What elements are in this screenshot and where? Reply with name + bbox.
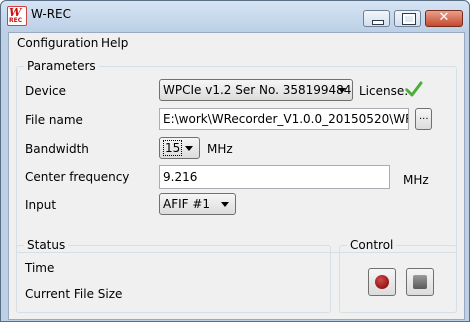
device-select[interactable]: WPCIe v1.2 Ser No. 358199484 [159, 79, 353, 101]
menu-help[interactable]: Help [101, 36, 128, 50]
app-icon[interactable]: W REC [7, 6, 27, 26]
control-group: Control [339, 238, 457, 313]
menu-configuration[interactable]: Configuration [17, 36, 98, 50]
bandwidth-select[interactable]: 15 [159, 137, 200, 159]
app-icon-sublabel: REC [9, 17, 23, 24]
client-area: Configuration Help Parameters Device WPC… [8, 32, 465, 320]
parameters-group-title: Parameters [24, 59, 99, 73]
chevron-down-icon [185, 146, 193, 151]
control-group-title: Control [347, 238, 397, 252]
bandwidth-value: 15 [163, 140, 183, 156]
center-frequency-label: Center frequency [25, 170, 130, 184]
bandwidth-label: Bandwidth [25, 142, 89, 156]
minimize-button[interactable] [363, 10, 390, 27]
menu-bar: Configuration Help [9, 33, 464, 53]
maximize-button[interactable] [394, 10, 421, 27]
device-label: Device [25, 84, 67, 98]
status-group-title: Status [24, 238, 69, 252]
time-label: Time [25, 261, 55, 275]
window-title: W-REC [31, 7, 72, 21]
browse-label: ... [419, 111, 429, 122]
record-button[interactable] [368, 268, 396, 296]
title-bar[interactable]: W REC W-REC ✕ [1, 1, 469, 31]
center-frequency-unit: MHz [403, 173, 429, 187]
stop-button[interactable] [406, 268, 434, 296]
file-name-value: E:\work\WRecorder_V1.0.0_20150520\WRecor [163, 112, 408, 126]
app-window: W REC W-REC ✕ Configuration Help Paramet… [0, 0, 470, 322]
license-label: License: [359, 84, 409, 98]
input-select[interactable]: AFIF #1 [159, 193, 236, 215]
record-icon [375, 275, 389, 289]
center-frequency-value: 9.216 [163, 170, 198, 184]
input-value: AFIF #1 [163, 197, 211, 211]
maximize-icon [402, 13, 416, 25]
chevron-down-icon [221, 202, 229, 207]
device-value: WPCIe v1.2 Ser No. 358199484 [163, 83, 352, 97]
minimize-icon [372, 20, 384, 25]
bandwidth-unit: MHz [207, 142, 233, 156]
current-file-size-label: Current File Size [25, 287, 123, 301]
parameters-group: Parameters Device WPCIe v1.2 Ser No. 358… [16, 59, 457, 253]
check-icon [405, 81, 423, 97]
stop-icon [413, 275, 427, 289]
close-icon: ✕ [438, 10, 450, 25]
file-name-input[interactable]: E:\work\WRecorder_V1.0.0_20150520\WRecor [159, 108, 409, 130]
input-label: Input [25, 198, 57, 212]
file-name-label: File name [25, 113, 83, 127]
browse-button[interactable]: ... [415, 108, 432, 130]
close-button[interactable]: ✕ [425, 10, 463, 27]
chevron-down-icon [338, 88, 346, 93]
center-frequency-input[interactable]: 9.216 [159, 165, 390, 189]
status-group: Status Time Current File Size [16, 238, 331, 313]
